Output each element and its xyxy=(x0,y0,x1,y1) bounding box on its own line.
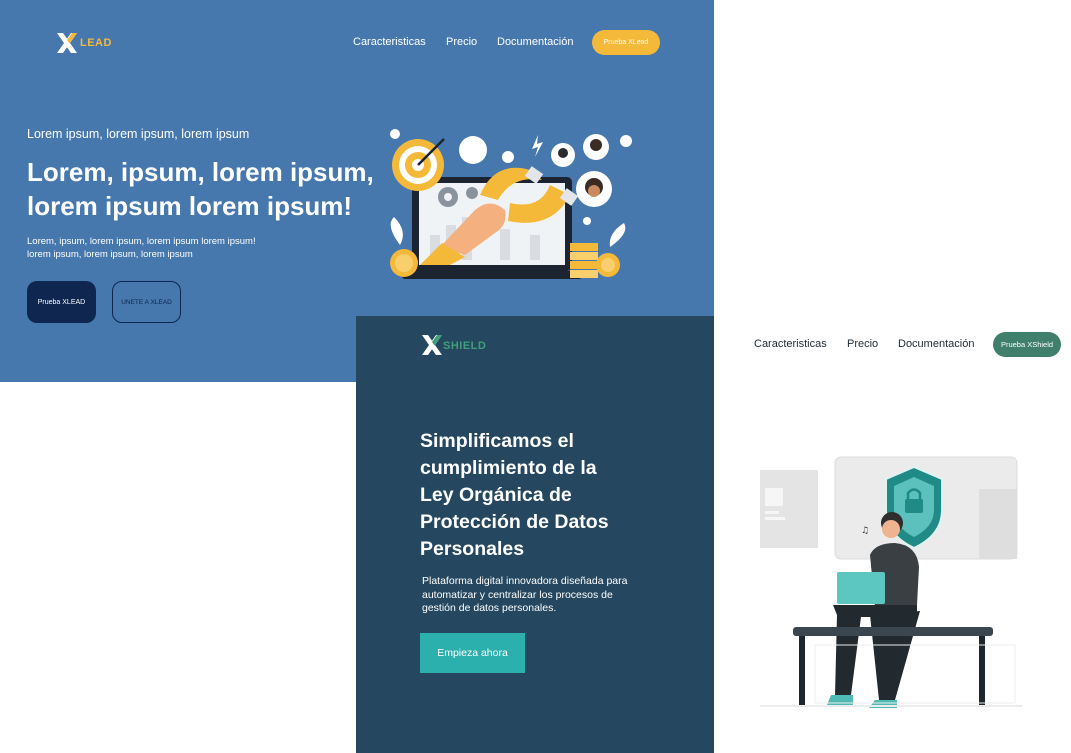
xshield-hero-panel: SHIELD Simplificamos el cumplimiento de … xyxy=(356,316,714,753)
hero-headline: Lorem, ipsum, lorem ipsum, lorem ipsum l… xyxy=(27,155,374,223)
xshield-headline-line4: Protección de Datos xyxy=(420,511,609,533)
xshield-headline: Simplificamos el cumplimiento de la Ley … xyxy=(420,428,609,563)
svg-text:♫: ♫ xyxy=(861,526,869,536)
xshield-headline-line5: Personales xyxy=(420,538,525,560)
xshield-description-line1: Plataforma digital innovadora diseñada p… xyxy=(422,575,628,587)
xlead-logo-text: LEAD xyxy=(80,37,112,49)
hero-headline-line1: Lorem, ipsum, lorem ipsum, xyxy=(27,157,374,187)
xshield-description: Plataforma digital innovadora diseñada p… xyxy=(422,575,627,616)
nav-caracteristicas[interactable]: Caracteristicas xyxy=(353,36,426,48)
xshield-logo[interactable]: SHIELD xyxy=(420,333,490,357)
xshield-logo-text: SHIELD xyxy=(443,340,487,352)
nav-documentacion[interactable]: Documentación xyxy=(497,36,573,48)
nav-precio[interactable]: Precio xyxy=(446,36,477,48)
xshield-description-line2: automatizar y centralizar los procesos d… xyxy=(422,588,613,601)
try-xshield-nav-button[interactable]: Prueba XShield xyxy=(993,332,1061,357)
x-logo-icon xyxy=(422,335,442,355)
hero-description: Lorem, ipsum, lorem ipsum, lorem ipsum l… xyxy=(27,235,256,261)
try-xlead-button[interactable]: Prueba XLEAD xyxy=(27,281,96,323)
start-now-button[interactable]: Empieza ahora xyxy=(420,633,525,673)
xshield-nav-precio[interactable]: Precio xyxy=(847,338,878,350)
xshield-nav-caracteristicas[interactable]: Caracteristicas xyxy=(754,338,827,350)
magnet-marketing-illustration xyxy=(390,129,632,279)
hero-kicker: Lorem ipsum, lorem ipsum, lorem ipsum xyxy=(27,127,250,141)
xshield-nav-documentacion[interactable]: Documentación xyxy=(898,338,974,350)
xshield-headline-line1: Simplificamos el xyxy=(420,430,574,452)
xshield-description-line3: gestión de datos personales. xyxy=(422,602,557,614)
xlead-logo[interactable]: LEAD xyxy=(55,31,115,55)
security-shield-illustration: ♫ xyxy=(760,456,1022,708)
x-logo-icon xyxy=(57,33,77,53)
try-xlead-nav-button[interactable]: Prueba XLead xyxy=(592,30,660,55)
xshield-headline-line3: Ley Orgánica de xyxy=(420,484,572,506)
hero-description-line2: lorem ipsum, lorem ipsum, lorem ipsum xyxy=(27,249,193,260)
xshield-headline-line2: cumplimiento de la xyxy=(420,457,597,479)
hero-description-line1: Lorem, ipsum, lorem ipsum, lorem ipsum l… xyxy=(27,236,256,247)
hero-headline-line2: lorem ipsum lorem ipsum! xyxy=(27,191,353,221)
join-xlead-button[interactable]: UNETE A XLEAD xyxy=(112,281,181,323)
